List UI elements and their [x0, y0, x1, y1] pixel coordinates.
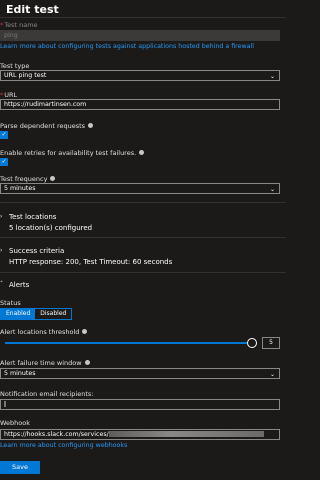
divider — [0, 272, 286, 273]
test-name-input[interactable]: ping — [0, 30, 280, 41]
alert-failure-window-label: Alert failure time window — [0, 359, 90, 367]
alert-locations-threshold-label: Alert locations threshold — [0, 328, 88, 336]
firewall-help-link[interactable]: Learn more about configuring tests again… — [0, 43, 254, 50]
success-criteria-value: HTTP response: 200, Test Timeout: 60 sec… — [9, 258, 173, 266]
test-locations-value: 5 location(s) configured — [9, 224, 93, 232]
info-icon[interactable] — [139, 149, 145, 155]
redacted-value — [108, 431, 264, 437]
enable-retries-checkbox[interactable]: ✓ — [0, 158, 8, 166]
chevron-right-icon[interactable]: › — [0, 247, 2, 254]
threshold-slider-thumb[interactable] — [247, 338, 257, 348]
enabled-option[interactable]: Enabled — [1, 309, 36, 319]
info-icon[interactable] — [88, 122, 94, 128]
email-recipients-label: Notification email recipients: — [0, 390, 94, 398]
test-locations-title[interactable]: Test locations — [9, 213, 56, 221]
save-button[interactable]: Save — [0, 461, 40, 474]
test-frequency-select[interactable]: 5 minutes ⌄ — [0, 183, 280, 194]
redacted-value — [4, 401, 6, 407]
url-label: *URL — [0, 91, 18, 99]
success-criteria-title[interactable]: Success criteria — [9, 247, 64, 255]
info-icon[interactable] — [84, 359, 90, 365]
info-icon[interactable] — [82, 328, 88, 334]
divider — [0, 237, 286, 238]
test-frequency-label: Test frequency — [0, 175, 56, 183]
info-icon[interactable] — [50, 175, 56, 181]
email-recipients-input[interactable] — [0, 399, 280, 410]
parse-dependent-checkbox[interactable]: ✓ — [0, 131, 8, 139]
chevron-right-icon[interactable]: › — [0, 213, 2, 220]
url-input[interactable]: https://rudimartinsen.com — [0, 99, 280, 110]
chevron-down-icon: ⌄ — [269, 186, 275, 193]
webhook-help-link[interactable]: Learn more about configuring webhooks — [0, 442, 127, 449]
alerts-title[interactable]: Alerts — [9, 281, 29, 289]
threshold-value-input[interactable]: 5 — [262, 337, 280, 349]
parse-dependent-label: Parse dependent requests — [0, 122, 94, 130]
webhook-input[interactable]: https://hooks.slack.com/services/ — [0, 429, 280, 440]
alert-failure-window-select[interactable]: 5 minutes ⌄ — [0, 368, 280, 379]
chevron-down-icon: ⌄ — [269, 73, 275, 80]
alert-status-label: Status — [0, 299, 21, 307]
chevron-up-icon[interactable]: ˆ — [0, 281, 3, 288]
alert-status-toggle[interactable]: Enabled Disabled — [0, 308, 73, 320]
test-type-select[interactable]: URL ping test ⌄ — [0, 70, 280, 81]
enable-retries-label: Enable retries for availability test fai… — [0, 149, 145, 157]
disabled-option[interactable]: Disabled — [35, 309, 72, 319]
test-name-label: *Test name — [0, 21, 38, 29]
threshold-slider-track[interactable] — [5, 342, 253, 344]
chevron-down-icon: ⌄ — [269, 371, 275, 378]
webhook-label: Webhook — [0, 419, 31, 427]
divider — [0, 202, 286, 203]
title-divider — [0, 17, 286, 18]
page-title: Edit test — [6, 3, 59, 16]
test-type-label: Test type — [0, 62, 30, 70]
